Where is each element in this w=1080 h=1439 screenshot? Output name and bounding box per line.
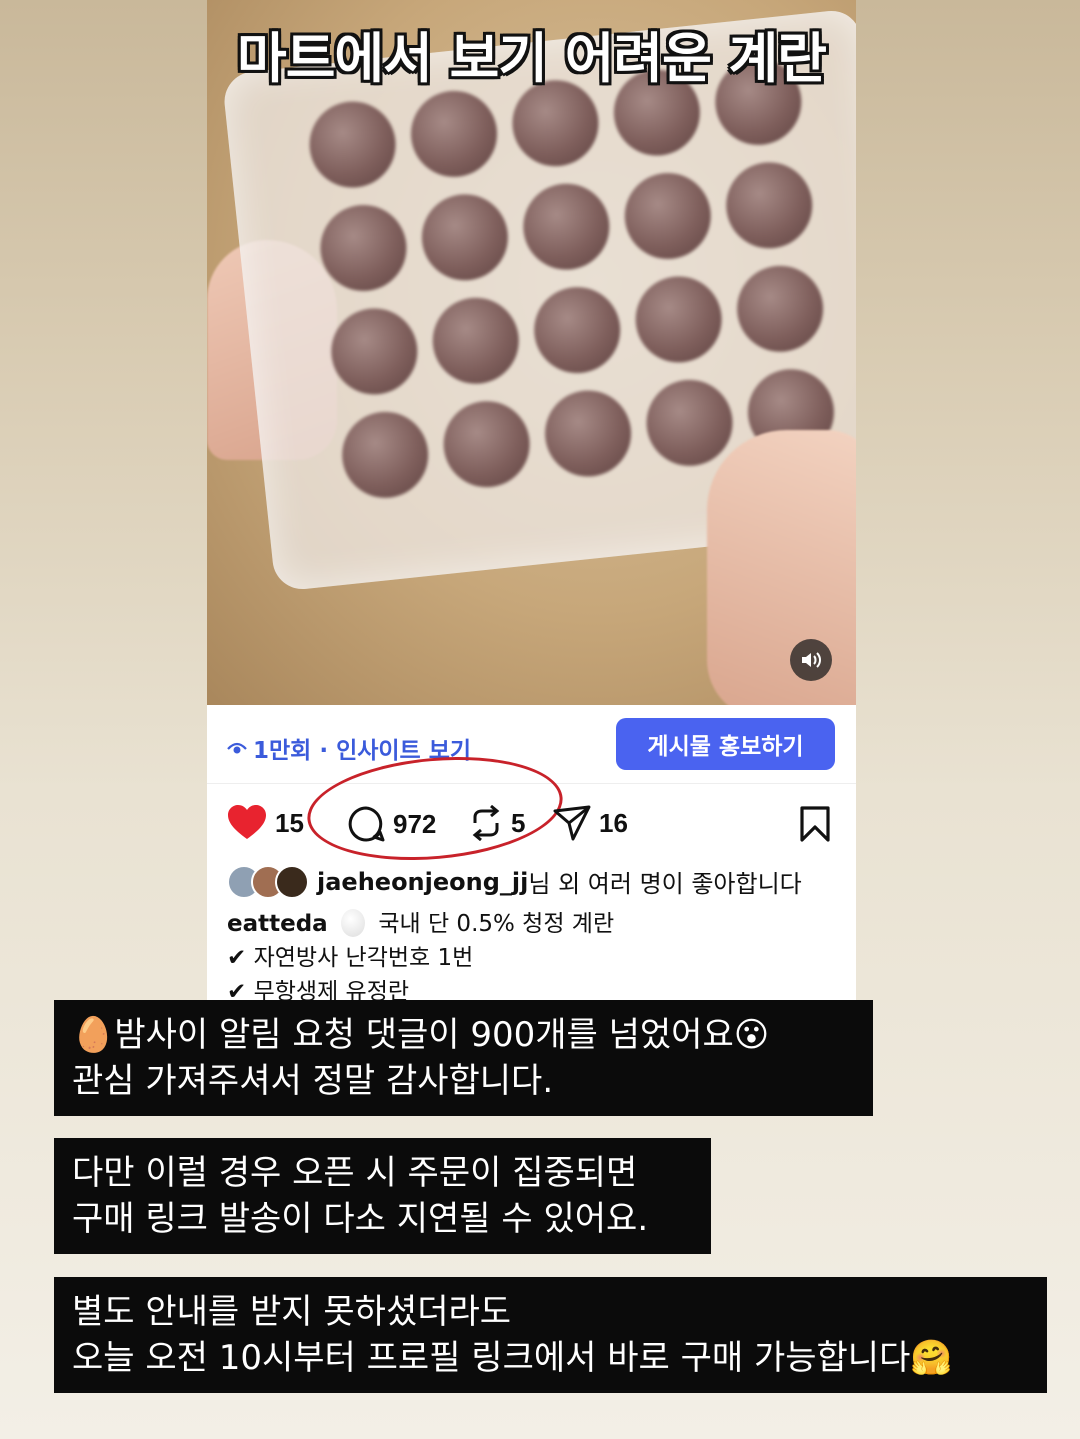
notice-1-line-2: 관심 가져주셔서 정말 감사합니다. <box>72 1061 554 1101</box>
heart-icon <box>228 805 266 839</box>
notice-1-line-1: 🥚밤사이 알림 요청 댓글이 900개를 넘었어요😮 <box>72 1015 770 1055</box>
comment-icon <box>348 806 385 842</box>
action-bar: 15 972 5 16 <box>207 747 856 870</box>
share-count: 16 <box>599 807 628 838</box>
send-icon <box>553 805 591 841</box>
promote-post-button[interactable]: 게시물 홍보하기 <box>616 718 835 770</box>
bookmark-icon <box>800 806 830 842</box>
notice-box-2: 다만 이럴 경우 오픈 시 주문이 집중되면 구매 링크 발송이 다소 지연될 … <box>54 1138 711 1254</box>
right-hand <box>707 430 856 705</box>
notice-3-line-1: 별도 안내를 받지 못하셨더라도 <box>72 1292 512 1332</box>
notice-box-3: 별도 안내를 받지 못하셨더라도 오늘 오전 10시부터 프로필 링크에서 바로… <box>54 1277 1047 1393</box>
notice-2-line-1: 다만 이럴 경우 오픈 시 주문이 집중되면 <box>72 1153 638 1193</box>
repost-icon <box>472 805 500 841</box>
caption-text-3: ✔ 무항생제 유정란 <box>227 979 410 1000</box>
liked-by-suffix: 님 외 여러 명이 좋아합니다 <box>528 870 802 898</box>
author-username[interactable]: eatteda <box>227 911 328 937</box>
like-button[interactable]: 15 <box>227 805 304 841</box>
notice-box-1: 🥚밤사이 알림 요청 댓글이 900개를 넘었어요😮 관심 가져주셔서 정말 감… <box>54 1000 873 1116</box>
video-overlay-title: 마트에서 보기 어려운 계란 <box>237 27 827 90</box>
caption-text-1: 국내 단 0.5% 청정 계란 <box>378 911 615 937</box>
instagram-post: 마트에서 보기 어려운 계란 1만회 · 인사이트 보기 게시물 홍보하기 15 <box>207 0 856 1000</box>
eye-icon <box>227 742 247 754</box>
comment-button[interactable]: 972 <box>347 805 436 843</box>
avatar <box>275 864 309 899</box>
liked-by-row[interactable]: jaeheonjeong_jj 님 외 여러 명이 좋아합니다 <box>227 864 802 899</box>
volume-icon[interactable] <box>790 639 832 681</box>
post-video[interactable]: 마트에서 보기 어려운 계란 <box>207 0 856 705</box>
liked-by-username[interactable]: jaeheonjeong_jj <box>317 868 528 896</box>
repost-button[interactable]: 5 <box>469 805 525 841</box>
comment-count: 972 <box>393 808 437 839</box>
notice-2-line-2: 구매 링크 발송이 다소 지연될 수 있어요. <box>72 1199 649 1239</box>
caption-line: eatteda 국내 단 0.5% 청정 계란 <box>227 904 614 938</box>
notice-3-line-2: 오늘 오전 10시부터 프로필 링크에서 바로 구매 가능합니다🤗 <box>72 1338 953 1378</box>
egg-emoji-icon <box>341 909 366 937</box>
caption-text-2: ✔ 자연방사 난각번호 1번 <box>227 945 474 971</box>
bookmark-button[interactable] <box>799 805 831 848</box>
like-count: 15 <box>275 807 304 838</box>
repost-count: 5 <box>511 807 526 838</box>
share-button[interactable]: 16 <box>553 805 628 841</box>
